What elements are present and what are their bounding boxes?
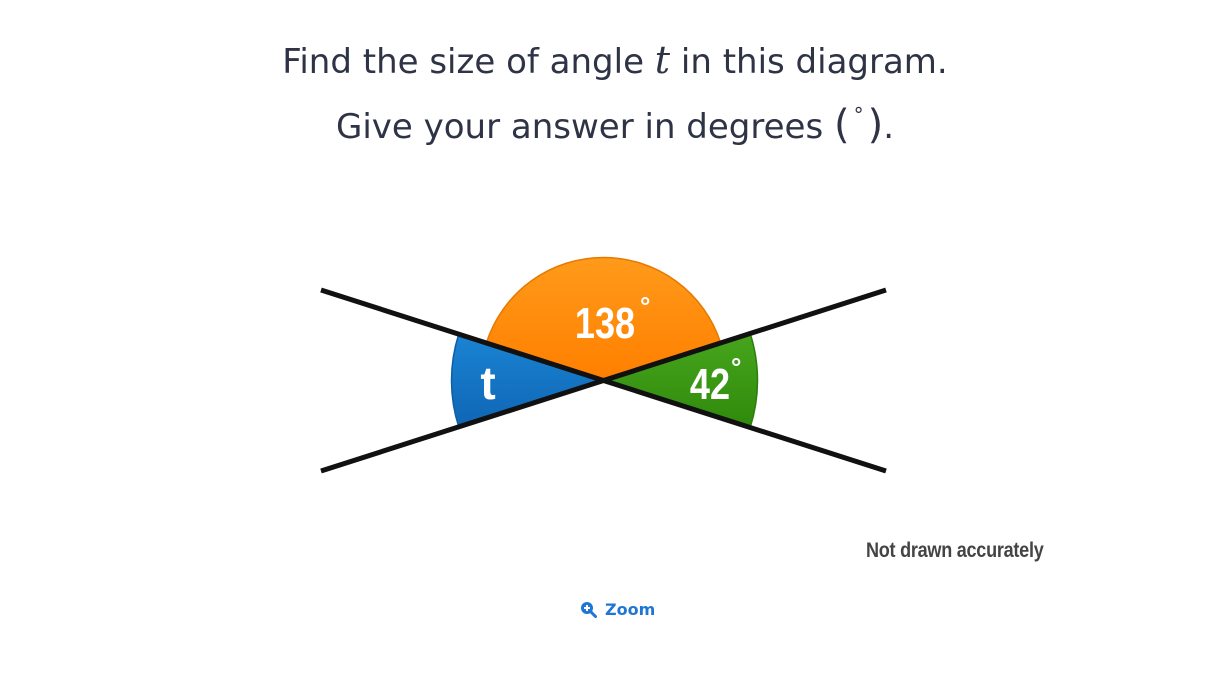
angle-label-42: 42 (690, 360, 730, 409)
question-line-1: Find the size of angle t in this diagram… (282, 38, 948, 82)
angle-variable: t (654, 38, 671, 82)
angle-diagram: 138 ° 42 ° t (320, 256, 887, 474)
zoom-button[interactable]: Zoom (580, 600, 655, 619)
zoom-label: Zoom (605, 600, 656, 619)
degree-mark-42: ° (731, 352, 741, 382)
not-drawn-accurately-note: Not drawn accurately (866, 539, 1044, 562)
question-text: Find the size of angle t in this diagram… (0, 34, 1230, 148)
angle-label-138: 138 (575, 299, 635, 348)
degree-symbol: ° (853, 103, 864, 127)
zoom-in-icon (581, 602, 597, 618)
question-line-2: Give your answer in degrees (°). (335, 102, 894, 148)
angle-label-t: t (480, 357, 495, 409)
degree-mark-138: ° (640, 291, 650, 321)
